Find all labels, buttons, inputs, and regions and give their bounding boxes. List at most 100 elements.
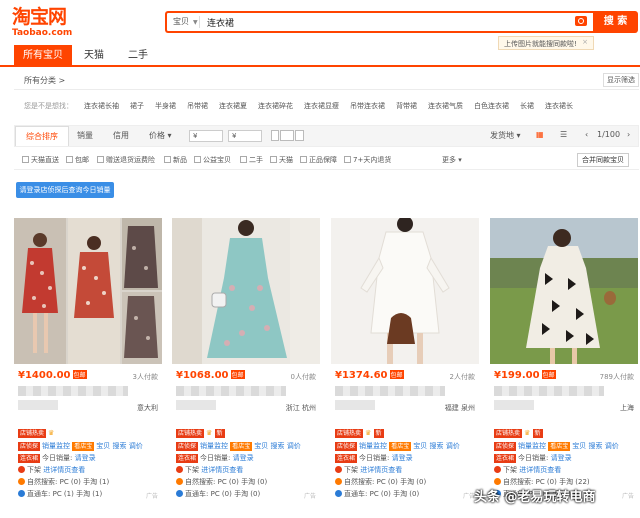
price-to-input[interactable]: ¥ bbox=[228, 130, 262, 142]
adjust-price-link[interactable]: 调价 bbox=[129, 442, 143, 450]
merge-same-button[interactable]: 合并同款宝贝 bbox=[577, 153, 629, 167]
baby-link[interactable]: 宝贝 bbox=[254, 442, 268, 450]
filter-checkbox[interactable]: 二手 bbox=[240, 155, 263, 165]
ship-from-select[interactable]: 发货地 ▾ bbox=[490, 130, 521, 141]
product-card[interactable]: ¥199.00 包邮 789人付款 上海 店铺热卖 ♛ 新 店侦探 销量监控 看店宝宝… bbox=[490, 218, 638, 518]
sort-default[interactable]: 综合排序 bbox=[15, 126, 69, 146]
grid-view-icon[interactable]: ▦ bbox=[536, 130, 544, 139]
product-card[interactable]: ¥1374.60 包邮 2人付款 福建 泉州 店铺热卖 ♛ 新 店侦探 销量监控 看店… bbox=[331, 218, 479, 518]
filter-checkbox[interactable]: 天猫直送 bbox=[22, 155, 59, 165]
close-icon[interactable]: × bbox=[582, 38, 588, 46]
related-item[interactable]: 白色连衣裙 bbox=[474, 102, 509, 110]
product-image[interactable] bbox=[331, 218, 479, 364]
view-toggle[interactable] bbox=[280, 130, 294, 141]
product-title-blurred[interactable] bbox=[494, 386, 604, 396]
divider bbox=[199, 16, 200, 28]
shop-name-blurred[interactable] bbox=[18, 400, 58, 410]
product-image[interactable] bbox=[172, 218, 320, 364]
search-input[interactable] bbox=[207, 15, 527, 29]
baby-link[interactable]: 宝贝 bbox=[413, 442, 427, 450]
logo-subtext: Taobao.com bbox=[12, 28, 73, 38]
filter-checkbox[interactable]: 天猫 bbox=[270, 155, 293, 165]
related-item[interactable]: 裙子 bbox=[130, 102, 144, 110]
related-item[interactable]: 连衣裙长 bbox=[545, 102, 573, 110]
view-toggle[interactable] bbox=[271, 130, 279, 141]
baby-link[interactable]: 宝贝 bbox=[572, 442, 586, 450]
view-toggle[interactable] bbox=[295, 130, 304, 141]
search-link[interactable]: 搜索 bbox=[430, 442, 444, 450]
sales-monitor-link[interactable]: 销量监控 bbox=[200, 442, 228, 450]
product-title-blurred[interactable] bbox=[18, 386, 128, 396]
shop-name-blurred[interactable] bbox=[335, 400, 375, 410]
search-link[interactable]: 搜索 bbox=[589, 442, 603, 450]
detail-link[interactable]: 进详情页查看 bbox=[201, 466, 243, 474]
product-card[interactable]: ¥1400.00 包邮 3人付款 意大利 店铺热卖 ♛ 店侦探 销量监控 看店宝 宝贝 … bbox=[14, 218, 162, 518]
filter-checkbox[interactable]: 公益宝贝 bbox=[194, 155, 231, 165]
detail-link[interactable]: 进详情页查看 bbox=[519, 466, 561, 474]
related-item[interactable]: 连衣裙气质 bbox=[428, 102, 463, 110]
taobao-logo[interactable]: 淘宝网 Taobao.com bbox=[12, 6, 72, 38]
search-category-select[interactable]: 宝贝 ▼ bbox=[173, 16, 198, 27]
related-item[interactable]: 长裙 bbox=[520, 102, 534, 110]
adjust-price-link[interactable]: 调价 bbox=[605, 442, 619, 450]
login-link[interactable]: 请登录 bbox=[75, 454, 96, 462]
filter-checkbox[interactable]: 正品保障 bbox=[300, 155, 337, 165]
product-card[interactable]: ¥1068.00 包邮 0人付款 浙江 杭州 店铺热卖 ♛ 新 店侦探 销量监控 看店… bbox=[172, 218, 320, 518]
detail-link[interactable]: 进详情页查看 bbox=[43, 466, 85, 474]
adjust-price-link[interactable]: 调价 bbox=[287, 442, 301, 450]
detail-link[interactable]: 进详情页查看 bbox=[360, 466, 402, 474]
crown-icon: ♛ bbox=[206, 429, 213, 437]
login-link[interactable]: 请登录 bbox=[392, 454, 413, 462]
adjust-price-link[interactable]: 调价 bbox=[446, 442, 460, 450]
direct-row: 直通车: PC (1) 手淘 (1) bbox=[18, 489, 102, 499]
filter-checkbox[interactable]: 7+天内退货 bbox=[344, 155, 391, 165]
breadcrumb-all-categories[interactable]: 所有分类 > bbox=[24, 75, 65, 86]
login-query-button[interactable]: 请登录店侦探后查询今日销量 bbox=[16, 182, 114, 198]
filter-checkbox[interactable]: 新品 bbox=[164, 155, 187, 165]
product-title-blurred[interactable] bbox=[335, 386, 445, 396]
header-divider bbox=[0, 65, 640, 67]
tag-row: 店铺热卖 ♛ 新 bbox=[176, 429, 227, 438]
buyer-count: 0人付款 bbox=[290, 373, 316, 381]
related-item[interactable]: 背带裙 bbox=[396, 102, 417, 110]
page-prev-icon[interactable]: ‹ bbox=[585, 130, 588, 139]
ad-label: 广告 bbox=[145, 493, 158, 500]
related-item[interactable]: 半身裙 bbox=[155, 102, 176, 110]
product-image[interactable] bbox=[490, 218, 638, 364]
tab-tmall[interactable]: 天猫 bbox=[72, 45, 116, 66]
login-link[interactable]: 请登录 bbox=[551, 454, 572, 462]
show-filter-button[interactable]: 显示筛选 bbox=[603, 73, 639, 87]
related-item[interactable]: 连衣裙夏 bbox=[219, 102, 247, 110]
tab-all[interactable]: 所有宝贝 bbox=[14, 45, 72, 66]
search-link[interactable]: 搜索 bbox=[271, 442, 285, 450]
product-title-blurred[interactable] bbox=[176, 386, 286, 396]
tool-row: 店侦探 销量监控 看店宝 宝贝 搜索 调价 bbox=[176, 441, 301, 451]
page-next-icon[interactable]: › bbox=[627, 130, 630, 139]
related-item[interactable]: 吊带裙 bbox=[187, 102, 208, 110]
sales-monitor-link[interactable]: 销量监控 bbox=[359, 442, 387, 450]
price-from-input[interactable]: ¥ bbox=[189, 130, 223, 142]
filter-checkbox[interactable]: 包邮 bbox=[66, 155, 89, 165]
sales-monitor-link[interactable]: 销量监控 bbox=[42, 442, 70, 450]
product-image[interactable] bbox=[14, 218, 162, 364]
search-button[interactable]: 搜 索 bbox=[593, 11, 638, 33]
shop-name-blurred[interactable] bbox=[176, 400, 216, 410]
related-item[interactable]: 连衣裙碎花 bbox=[258, 102, 293, 110]
more-filters[interactable]: 更多 ▾ bbox=[442, 155, 462, 165]
list-view-icon[interactable]: ☰ bbox=[560, 130, 567, 139]
login-link[interactable]: 请登录 bbox=[233, 454, 254, 462]
sales-monitor-link[interactable]: 销量监控 bbox=[518, 442, 546, 450]
baby-link[interactable]: 宝贝 bbox=[96, 442, 110, 450]
search-link[interactable]: 搜索 bbox=[113, 442, 127, 450]
related-item[interactable]: 吊带连衣裙 bbox=[350, 102, 385, 110]
sort-price[interactable]: 价格 ▾ bbox=[139, 126, 182, 146]
camera-icon[interactable] bbox=[575, 16, 587, 26]
filter-checkbox[interactable]: 赠送退货运费险 bbox=[97, 155, 155, 165]
sort-credit[interactable]: 信用 bbox=[103, 126, 139, 146]
sort-sales[interactable]: 销量 bbox=[67, 126, 103, 146]
shop-name-blurred[interactable] bbox=[494, 400, 534, 410]
keyword-badge: 连衣裙 bbox=[18, 454, 41, 463]
related-item[interactable]: 连衣裙显瘦 bbox=[304, 102, 339, 110]
related-item[interactable]: 连衣裙长袖 bbox=[84, 102, 119, 110]
tab-secondhand[interactable]: 二手 bbox=[116, 45, 160, 66]
